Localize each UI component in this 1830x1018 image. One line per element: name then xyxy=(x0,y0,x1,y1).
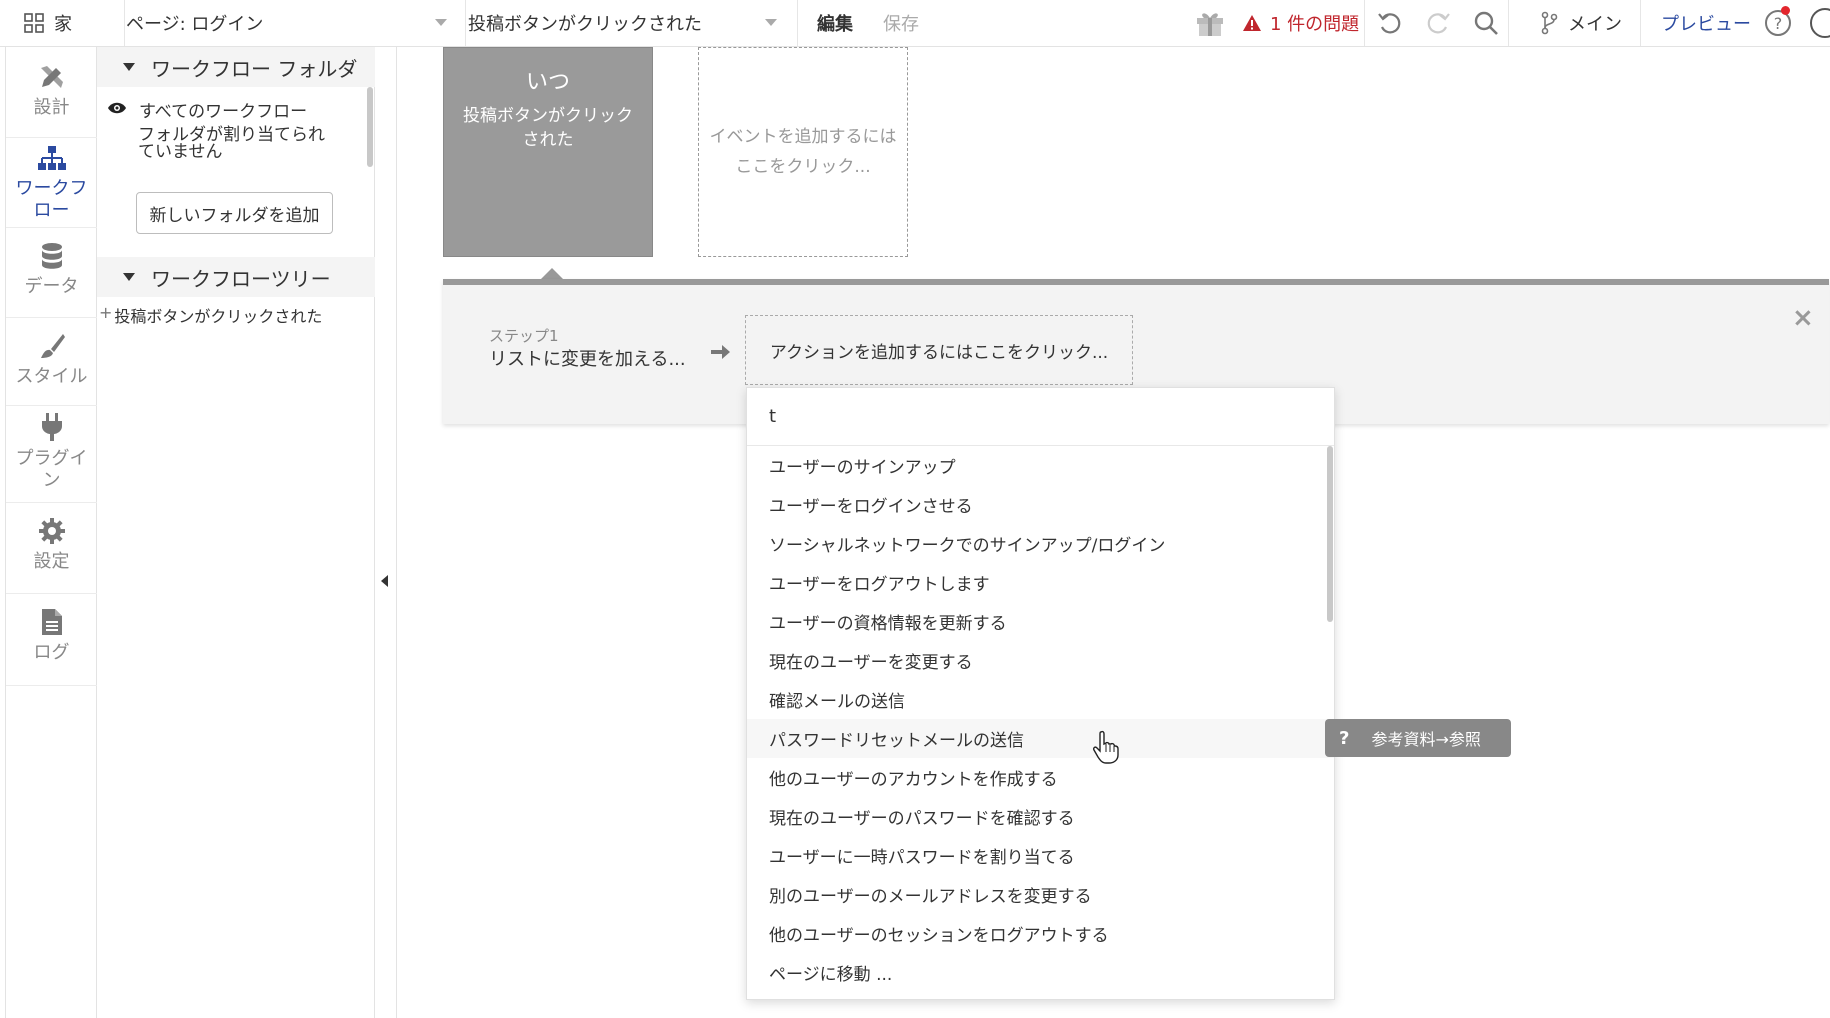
workflow-icon xyxy=(37,146,66,170)
search-button[interactable] xyxy=(1473,0,1499,46)
action-option[interactable]: ユーザーのサインアップ xyxy=(747,446,1334,485)
branch-icon xyxy=(1541,11,1558,35)
svg-text:?: ? xyxy=(1774,14,1783,33)
gift-icon xyxy=(1197,13,1223,36)
action-search-input[interactable] xyxy=(747,388,1334,446)
page-selector-label: ページ: ログイン xyxy=(126,14,264,35)
event-selector[interactable]: 投稿ボタンがクリックされた xyxy=(468,0,793,46)
folder-unassigned[interactable]: フォルダが割り当てられていません xyxy=(138,127,338,161)
action-option[interactable]: ユーザーの資格情報を更新する xyxy=(747,602,1334,641)
step-number: ステップ1 xyxy=(489,327,559,345)
chevron-down-icon xyxy=(765,19,777,26)
action-option[interactable]: パスワードリセットメールの送信 xyxy=(747,719,1334,758)
divider xyxy=(124,0,125,46)
action-option[interactable]: 別のユーザーのメールアドレスを変更する xyxy=(747,875,1334,914)
brush-icon xyxy=(40,334,65,358)
action-option[interactable]: 現在のユーザーを変更する xyxy=(747,641,1334,680)
action-option[interactable]: 現在のユーザーのパスワードを確認する xyxy=(747,797,1334,836)
search-icon xyxy=(1474,11,1498,35)
action-option[interactable]: 他のユーザーのアカウントを作成する xyxy=(747,758,1334,797)
add-event-block[interactable]: イベントを追加するにはここをクリック... xyxy=(698,47,908,257)
tree-item[interactable]: + 投稿ボタンがクリックされた xyxy=(99,303,322,327)
dropdown-scrollbar[interactable] xyxy=(1327,446,1333,622)
nav-item-settings[interactable]: 設定 xyxy=(6,503,97,594)
notification-dot xyxy=(1781,6,1790,15)
divider xyxy=(1640,0,1641,46)
event-selector-label: 投稿ボタンがクリックされた xyxy=(468,14,702,35)
step-title[interactable]: リストに変更を加える... xyxy=(489,345,686,371)
divider xyxy=(1508,0,1509,46)
redo-button[interactable] xyxy=(1425,0,1451,46)
home-label: 家 xyxy=(54,14,72,35)
nav-item-style[interactable]: スタイル xyxy=(6,318,97,406)
save-button[interactable]: 保存 xyxy=(883,0,919,46)
gift-button[interactable] xyxy=(1195,0,1225,46)
help-icon: ? xyxy=(1339,727,1350,749)
plug-icon xyxy=(41,413,62,441)
avatar[interactable] xyxy=(1810,8,1830,38)
close-icon[interactable]: × xyxy=(1792,303,1814,333)
home-button[interactable]: 家 xyxy=(24,0,72,46)
preview-button[interactable]: プレビュー xyxy=(1661,0,1751,46)
action-option[interactable]: ユーザーをログアウトします xyxy=(747,563,1334,602)
undo-icon xyxy=(1378,13,1401,34)
arrow-right-icon xyxy=(711,345,730,359)
caret-left-icon xyxy=(381,575,388,587)
nav-item-plugins[interactable]: プラグイン xyxy=(6,406,97,503)
divider xyxy=(465,0,466,46)
undo-button[interactable] xyxy=(1377,0,1403,46)
panel-scrollbar[interactable] xyxy=(367,87,373,167)
edit-menu[interactable]: 編集 xyxy=(817,0,853,46)
grid-icon xyxy=(24,13,44,33)
divider xyxy=(1364,0,1365,46)
gear-icon xyxy=(38,518,65,544)
reference-tooltip[interactable]: ? 参考資料→参照 xyxy=(1325,719,1511,757)
nav-item-workflow[interactable]: ワークフロー xyxy=(6,138,97,228)
reference-label: 参考資料→参照 xyxy=(1371,730,1481,749)
eye-icon xyxy=(108,102,126,114)
left-nav: 設計 ワークフロー データ スタイル プラグイン 設定 ログ xyxy=(5,47,97,1018)
action-list: ユーザーのサインアップ ユーザーをログインさせる ソーシャルネットワークでのサインア… xyxy=(747,446,1334,992)
action-option[interactable]: ソーシャルネットワークでのサインアップ/ログイン xyxy=(747,524,1334,563)
add-action-block[interactable]: アクションを追加するにはここをクリック... xyxy=(745,315,1133,385)
nav-item-design[interactable]: 設計 xyxy=(6,47,97,138)
event-when-label: いつ xyxy=(525,70,570,95)
add-folder-button[interactable]: 新しいフォルダを追加 xyxy=(136,192,333,234)
action-option[interactable]: ページに移動 ... xyxy=(747,953,1334,992)
page-selector[interactable]: ページ: ログイン xyxy=(126,0,461,46)
action-option[interactable]: 確認メールの送信 xyxy=(747,680,1334,719)
database-icon xyxy=(41,243,62,269)
branch-label: メイン xyxy=(1568,14,1622,35)
folder-all-workflows[interactable]: すべてのワークフロー xyxy=(107,97,307,122)
event-when-name: 投稿ボタンがクリックされた xyxy=(463,106,633,150)
action-option[interactable]: ユーザーに一時パスワードを割り当てる xyxy=(747,836,1334,875)
warning-icon xyxy=(1243,15,1261,31)
plus-icon: + xyxy=(99,303,113,322)
redo-icon xyxy=(1427,13,1450,34)
selection-pointer xyxy=(541,268,563,279)
caret-down-icon xyxy=(123,273,135,281)
action-dropdown: ユーザーのサインアップユーザーをログインさせるソーシャルネットワークでのサインア… xyxy=(746,387,1335,1000)
branch-selector[interactable]: メイン xyxy=(1540,0,1622,46)
action-option[interactable]: ユーザーをログインさせる xyxy=(747,485,1334,524)
hand-cursor-icon xyxy=(1093,730,1119,764)
workflow-folders-panel: ワークフロー フォルダ すべてのワークフロー フォルダが割り当てられていません … xyxy=(97,47,375,1018)
caret-down-icon xyxy=(123,63,135,71)
issues-button[interactable]: 1 件の問題 xyxy=(1242,0,1359,46)
issues-label: 1 件の問題 xyxy=(1270,14,1360,35)
event-block-when[interactable]: いつ 投稿ボタンがクリックされた xyxy=(443,47,653,257)
action-option[interactable]: 他のユーザーのセッションをログアウトする xyxy=(747,914,1334,953)
panel-collapse-bar[interactable] xyxy=(375,47,397,1018)
top-bar: 家 ページ: ログイン 投稿ボタンがクリックされた 編集 保存 1 件の問題 メ… xyxy=(0,0,1830,47)
folders-section-header[interactable]: ワークフロー フォルダ xyxy=(97,47,375,87)
divider xyxy=(797,0,798,46)
design-icon xyxy=(40,66,63,88)
document-icon xyxy=(41,609,62,635)
nav-item-data[interactable]: データ xyxy=(6,228,97,318)
nav-item-logs[interactable]: ログ xyxy=(6,594,97,686)
workflow-tree-header[interactable]: ワークフローツリー xyxy=(97,257,375,297)
chevron-down-icon xyxy=(435,19,447,26)
